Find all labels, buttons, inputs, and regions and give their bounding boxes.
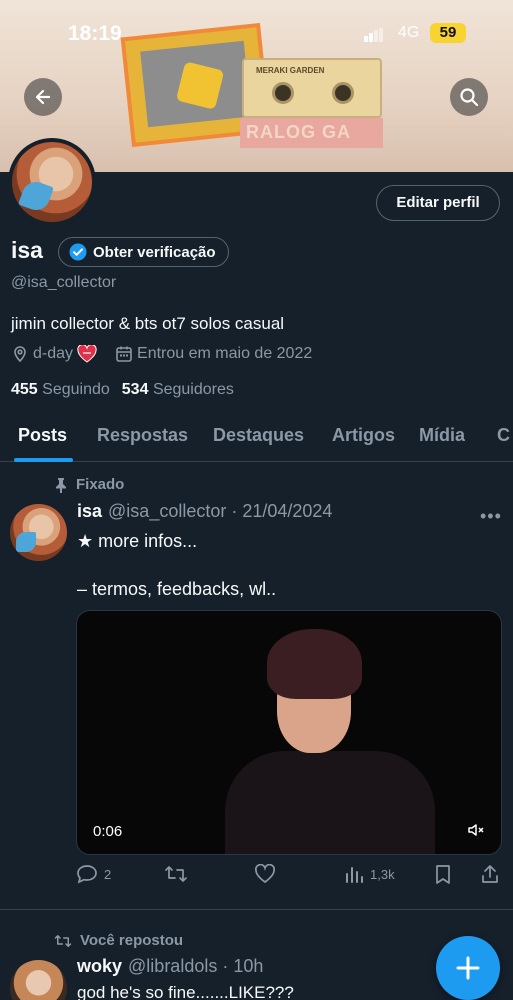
profile-bio: jimin collector & bts ot7 solos casual — [11, 314, 285, 333]
status-bar: 18:19 4G 59 — [0, 22, 513, 48]
tab-overflow[interactable]: C — [497, 425, 510, 446]
video-duration: 0:06 — [93, 823, 123, 840]
tweet-author-name-2[interactable]: woky — [77, 956, 122, 977]
video-frame-hair — [267, 629, 362, 699]
retweet-icon — [165, 866, 187, 882]
tab-replies[interactable]: Respostas — [97, 425, 188, 446]
profile-name: isa — [11, 237, 43, 263]
repost-indicator: Você repostou — [54, 932, 183, 949]
follow-stats: 455 Seguindo 534 Seguidores — [11, 381, 234, 399]
tweet-header: isa @isa_collector · 21/04/2024 — [77, 501, 332, 522]
location-pin-icon — [14, 346, 26, 363]
banner-strip: RALOG GA — [240, 118, 383, 148]
following-count: 455 — [11, 381, 38, 398]
share-button[interactable] — [480, 864, 500, 884]
tweet-author-name[interactable]: isa — [77, 501, 102, 522]
reply-count: 2 — [104, 866, 112, 882]
followers-count: 534 — [121, 381, 149, 398]
joined-text: Entrou em maio de 2022 — [137, 345, 313, 362]
video-frame-body — [225, 751, 435, 854]
following-label: Seguindo — [42, 381, 110, 398]
profile-avatar[interactable] — [8, 138, 96, 226]
tweet-avatar-2[interactable] — [10, 960, 67, 1000]
back-button[interactable] — [24, 78, 62, 116]
share-icon — [482, 865, 498, 883]
compose-button[interactable] — [436, 936, 500, 1000]
followers-label: Seguidores — [152, 381, 234, 398]
calendar-icon — [116, 346, 132, 362]
search-button[interactable] — [450, 78, 488, 116]
like-button[interactable] — [254, 864, 276, 884]
reply-button[interactable]: 2 — [76, 864, 111, 884]
tweet-text: ★ more infos... – termos, feedbacks, wl.… — [77, 531, 277, 599]
tweet-header-2: woky @libraldols · 10h — [77, 956, 263, 977]
banner-strip-text: RALOG GA — [246, 122, 351, 142]
tweet-handle-time-2: @libraldols · 10h — [128, 956, 264, 976]
pinned-indicator: Fixado — [54, 476, 124, 493]
tab-highlights[interactable]: Destaques — [213, 425, 304, 446]
banner-cassette: MERAKI GARDEN — [242, 58, 382, 118]
location-text: d-day — [33, 345, 74, 362]
network-label: 4G — [398, 24, 420, 41]
pin-icon — [56, 477, 66, 493]
tab-articles[interactable]: Artigos — [332, 425, 395, 446]
get-verified-label: Obter verificação — [93, 243, 216, 261]
location-item: d-day — [11, 345, 97, 363]
heart-emoji-icon — [77, 345, 97, 363]
views-chart-icon — [346, 867, 363, 883]
retweet-button[interactable] — [164, 864, 188, 884]
tweet-divider — [0, 909, 513, 910]
repost-icon — [54, 934, 72, 947]
status-time: 18:19 — [68, 22, 122, 45]
tab-posts[interactable]: Posts — [18, 425, 67, 446]
mute-icon[interactable] — [467, 821, 485, 839]
reply-icon — [77, 865, 97, 884]
more-options-icon[interactable]: ••• — [480, 506, 502, 527]
joined-item: Entrou em maio de 2022 — [115, 345, 312, 363]
plus-icon — [456, 956, 480, 980]
views-button[interactable]: 1,3k — [344, 864, 395, 884]
bookmark-icon — [436, 865, 450, 884]
views-count: 1,3k — [370, 866, 395, 882]
verified-badge-icon — [69, 243, 87, 261]
heart-icon — [254, 864, 276, 884]
tweet-text-2: god he's so fine.......LIKE??? — [77, 983, 294, 1000]
tab-media[interactable]: Mídia — [419, 425, 465, 446]
get-verified-button[interactable]: Obter verificação — [58, 237, 229, 267]
tweet-avatar[interactable] — [10, 504, 67, 561]
battery-icon: 59 — [430, 23, 466, 43]
profile-tabs: Posts Respostas Destaques Artigos Mídia … — [0, 410, 513, 462]
profile-handle: @isa_collector — [11, 274, 117, 291]
edit-profile-button[interactable]: Editar perfil — [376, 185, 500, 221]
tweet-video[interactable]: 0:06 — [76, 610, 502, 855]
following-link[interactable]: 455 Seguindo — [11, 381, 110, 399]
pinned-label: Fixado — [76, 476, 125, 493]
tweet-handle-date: @isa_collector · 21/04/2024 — [108, 501, 333, 521]
arrow-left-icon — [35, 89, 51, 105]
profile-meta: d-day Entrou em maio de 2022 — [11, 345, 330, 363]
tweet-actions: 2 1,3k — [76, 864, 502, 888]
active-tab-indicator — [14, 458, 73, 462]
search-icon — [460, 88, 479, 107]
repost-label: Você repostou — [80, 932, 184, 949]
bookmark-button[interactable] — [434, 864, 452, 884]
followers-link[interactable]: 534 Seguidores — [122, 381, 234, 399]
signal-icon — [364, 28, 384, 42]
